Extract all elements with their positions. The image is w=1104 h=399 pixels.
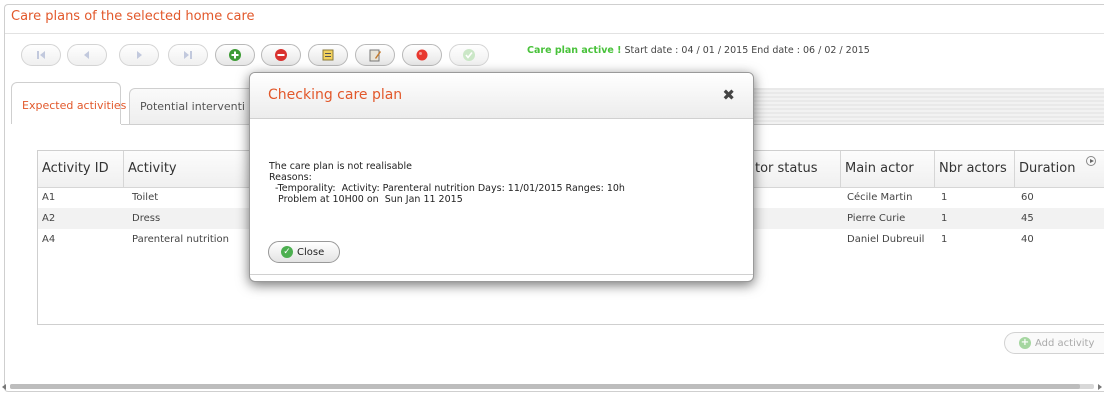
next-icon bbox=[137, 51, 142, 59]
first-icon bbox=[37, 51, 45, 59]
validate-icon bbox=[463, 49, 475, 61]
tab-potential-interventions[interactable]: Potential interventi bbox=[129, 88, 261, 124]
cell-activity-id: A2 bbox=[42, 213, 56, 224]
cell-activity: Toilet bbox=[132, 192, 159, 203]
check-icon: ✓ bbox=[281, 246, 293, 258]
edit-icon bbox=[322, 49, 334, 61]
cell-duration: 40 bbox=[1021, 234, 1034, 245]
add-icon bbox=[229, 49, 241, 61]
checking-care-plan-dialog: Checking care plan ✖ The care plan is no… bbox=[249, 72, 754, 282]
last-icon bbox=[184, 51, 192, 59]
column-header-activity[interactable]: Activity bbox=[124, 151, 254, 187]
cell-activity: Parenteral nutrition bbox=[132, 234, 230, 245]
stop-care-plan-button[interactable] bbox=[402, 44, 442, 66]
column-header-main-actor[interactable]: Main actor bbox=[841, 151, 935, 187]
tab-expected-activities[interactable]: Expected activities bbox=[11, 82, 126, 124]
notepad-icon bbox=[369, 49, 381, 62]
next-record-button[interactable] bbox=[119, 44, 159, 66]
status-active-label: Care plan active ! bbox=[527, 45, 622, 56]
dialog-footer-divider bbox=[250, 274, 753, 275]
cell-activity-id: A1 bbox=[42, 192, 56, 203]
cell-nbr-actors: 1 bbox=[941, 234, 948, 245]
scroll-left-icon[interactable] bbox=[2, 384, 6, 390]
first-record-button[interactable] bbox=[21, 44, 61, 66]
remove-care-plan-button[interactable] bbox=[261, 44, 301, 66]
cell-main-actor: Cécile Martin bbox=[847, 192, 913, 203]
column-menu-icon[interactable] bbox=[1086, 156, 1096, 166]
dialog-close-button[interactable]: ✓ Close bbox=[268, 241, 340, 263]
validate-care-plan-button[interactable] bbox=[449, 44, 489, 66]
edit-care-plan-button[interactable] bbox=[308, 44, 348, 66]
scrollbar-thumb[interactable] bbox=[10, 384, 1080, 389]
record-icon bbox=[416, 49, 428, 61]
cell-duration: 60 bbox=[1021, 192, 1034, 203]
add-care-plan-button[interactable] bbox=[215, 44, 255, 66]
dialog-title: Checking care plan bbox=[268, 87, 403, 103]
column-header-activity-id[interactable]: Activity ID bbox=[38, 151, 124, 187]
dialog-message: The care plan is not realisable Reasons:… bbox=[269, 161, 625, 205]
cell-main-actor: Daniel Dubreuil bbox=[847, 234, 925, 245]
column-header-actor-status[interactable]: tor status bbox=[755, 151, 841, 187]
dialog-header: Checking care plan ✖ bbox=[250, 73, 753, 119]
scroll-right-icon[interactable] bbox=[1098, 384, 1102, 390]
column-header-nbr-actors[interactable]: Nbr actors bbox=[935, 151, 1015, 187]
care-plan-status: Care plan active ! Start date : 04 / 01 … bbox=[527, 45, 870, 56]
horizontal-scrollbar[interactable] bbox=[0, 381, 1104, 392]
notes-button[interactable] bbox=[355, 44, 395, 66]
cell-activity-id: A4 bbox=[42, 234, 56, 245]
dialog-close-label: Close bbox=[297, 246, 325, 258]
previous-icon bbox=[84, 51, 89, 59]
cell-nbr-actors: 1 bbox=[941, 192, 948, 203]
add-activity-button[interactable]: + Add activity bbox=[1004, 332, 1104, 354]
cell-duration: 45 bbox=[1021, 213, 1034, 224]
previous-record-button[interactable] bbox=[67, 44, 107, 66]
last-record-button[interactable] bbox=[168, 44, 208, 66]
add-activity-icon: + bbox=[1019, 337, 1031, 349]
title-divider bbox=[5, 33, 1104, 34]
panel-title: Care plans of the selected home care bbox=[11, 9, 255, 24]
cell-nbr-actors: 1 bbox=[941, 213, 948, 224]
add-activity-label: Add activity bbox=[1035, 337, 1095, 349]
remove-icon bbox=[275, 49, 287, 61]
cell-main-actor: Pierre Curie bbox=[847, 213, 906, 224]
status-dates: Start date : 04 / 01 / 2015 End date : 0… bbox=[624, 45, 870, 56]
cell-activity: Dress bbox=[132, 213, 161, 224]
close-icon[interactable]: ✖ bbox=[722, 86, 735, 104]
